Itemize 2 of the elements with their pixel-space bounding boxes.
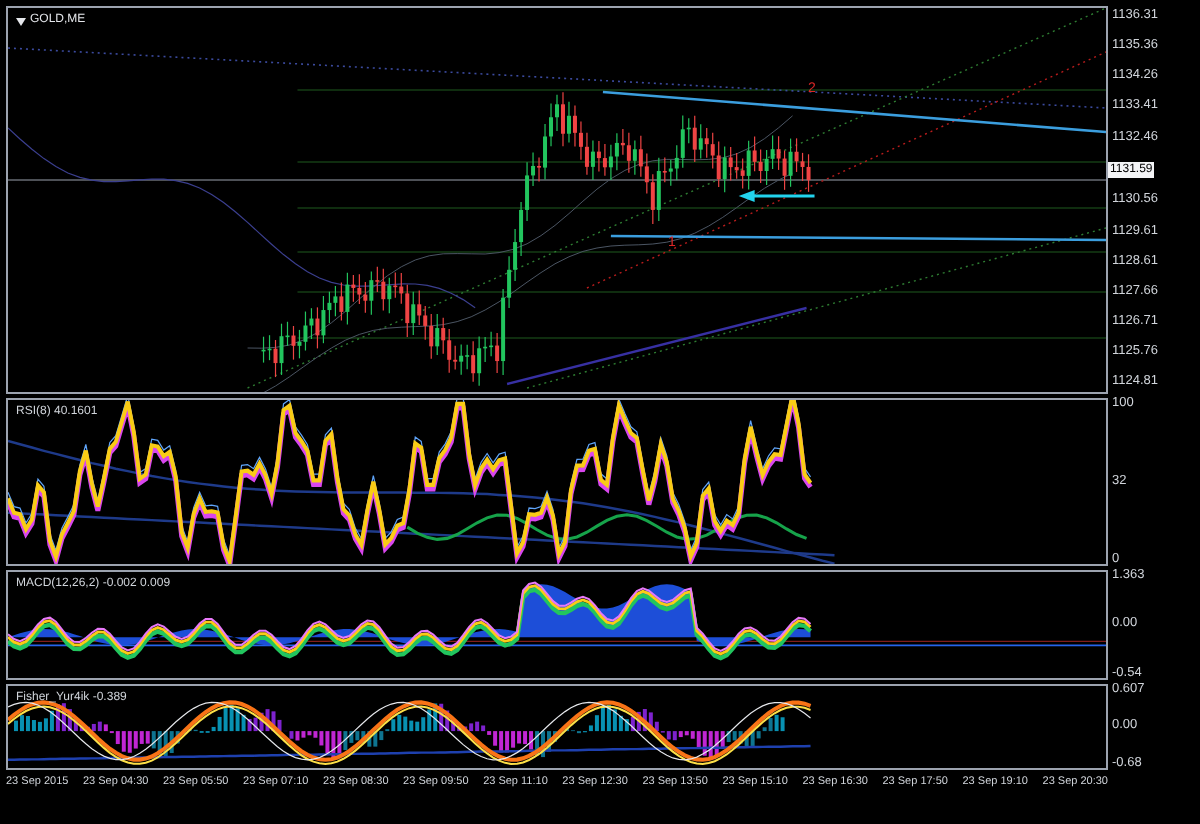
arrow-drawing [738,190,815,202]
triangle-icon[interactable] [16,17,26,25]
